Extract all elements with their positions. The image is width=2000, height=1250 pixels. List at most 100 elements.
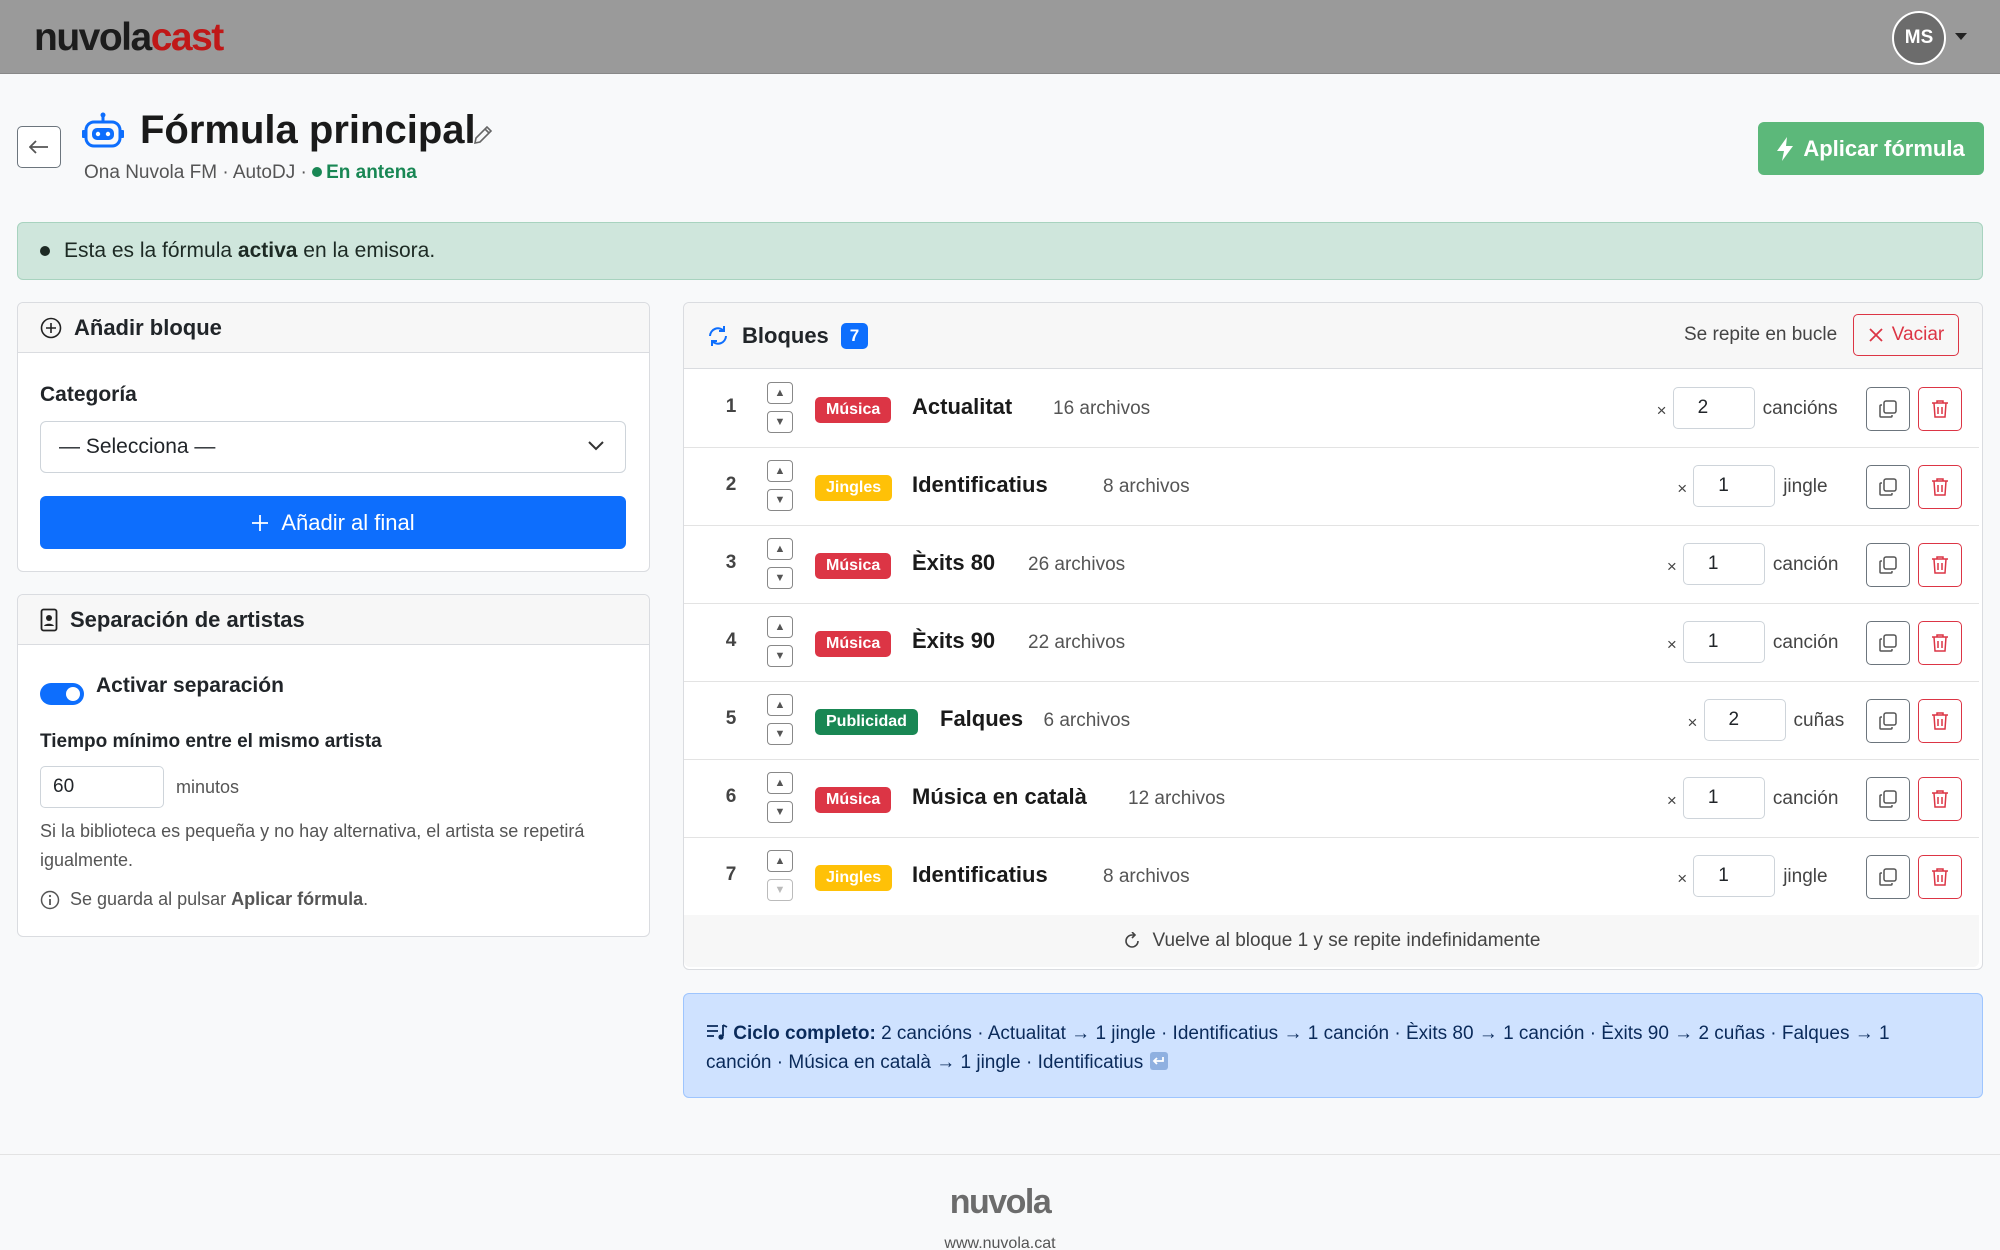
copy-icon — [1879, 790, 1897, 808]
duplicate-block-button[interactable] — [1866, 855, 1910, 899]
clear-blocks-button[interactable]: Vaciar — [1853, 314, 1959, 356]
trash-icon — [1932, 400, 1948, 418]
move-down-button[interactable]: ▼ — [767, 489, 793, 511]
user-avatar[interactable]: MS — [1892, 11, 1946, 65]
separation-toggle-label: Activar separación — [96, 674, 284, 697]
block-files: 6 archivos — [1043, 710, 1131, 731]
times-sign: × — [1687, 713, 1698, 732]
move-up-button[interactable]: ▲ — [767, 616, 793, 638]
quantity-unit: cuñas — [1793, 710, 1845, 731]
duplicate-block-button[interactable] — [1866, 777, 1910, 821]
blocks-footer: Vuelve al bloque 1 y se repite indefinid… — [684, 915, 1979, 967]
pencil-icon[interactable] — [472, 124, 494, 146]
delete-block-button[interactable] — [1918, 855, 1962, 899]
times-sign: × — [1656, 401, 1667, 420]
add-block-header: Añadir bloque — [18, 303, 649, 353]
move-down-button[interactable]: ▼ — [767, 723, 793, 745]
chevron-down-icon[interactable] — [1955, 33, 1967, 40]
category-tag: Música — [815, 397, 892, 423]
arrow-left-icon — [29, 140, 48, 154]
active-formula-alert: Esta es la fórmula activa en la emisora. — [17, 222, 1983, 280]
blocks-header: Bloques 7 Se repite en bucle Vaciar — [684, 303, 1982, 369]
times-sign: × — [1666, 557, 1677, 576]
quantity-input[interactable]: 2 — [1703, 699, 1786, 741]
move-up-button[interactable]: ▲ — [767, 538, 793, 560]
trash-icon — [1932, 478, 1948, 496]
min-time-input[interactable]: 60 — [40, 766, 164, 808]
duplicate-block-button[interactable] — [1866, 699, 1910, 743]
live-dot-icon — [312, 167, 323, 177]
block-number: 6 — [725, 786, 737, 807]
move-down-button[interactable]: ▼ — [767, 645, 793, 667]
close-icon — [1869, 328, 1883, 342]
block-files: 8 archivos — [1103, 476, 1190, 497]
apply-formula-button[interactable]: Aplicar fórmula — [1758, 122, 1984, 175]
delete-block-button[interactable] — [1918, 699, 1962, 743]
rotate-icon — [1124, 932, 1139, 948]
person-badge-icon — [40, 608, 58, 631]
move-down-button[interactable]: ▼ — [767, 801, 793, 823]
times-sign: × — [1666, 791, 1677, 810]
delete-block-button[interactable] — [1918, 621, 1962, 665]
move-up-button[interactable]: ▲ — [767, 772, 793, 794]
quantity-unit: jingle — [1783, 866, 1828, 887]
move-up-button[interactable]: ▲ — [767, 850, 793, 872]
add-at-end-button[interactable]: Añadir al final — [40, 496, 626, 549]
bullet-icon — [40, 246, 50, 256]
move-up-button[interactable]: ▲ — [767, 460, 793, 482]
block-name: Èxits 90 — [912, 628, 996, 653]
info-icon — [40, 890, 60, 909]
quantity-input[interactable]: 1 — [1682, 543, 1765, 585]
footer-url[interactable]: www.nuvola.cat — [0, 1235, 2000, 1250]
move-up-button[interactable]: ▲ — [767, 694, 793, 716]
delete-block-button[interactable] — [1918, 777, 1962, 821]
block-number: 5 — [725, 708, 737, 729]
delete-block-button[interactable] — [1918, 465, 1962, 509]
block-files: 12 archivos — [1128, 788, 1226, 809]
duplicate-block-button[interactable] — [1866, 543, 1910, 587]
full-cycle-summary: Ciclo completo: 2 cancións · Actualitat … — [683, 993, 1983, 1098]
category-select[interactable]: — Selecciona — — [40, 421, 626, 473]
quantity-input[interactable]: 2 — [1672, 387, 1755, 429]
duplicate-block-button[interactable] — [1866, 465, 1910, 509]
save-note: Se guarda al pulsar Aplicar fórmula. — [40, 885, 368, 914]
block-number: 3 — [725, 552, 737, 573]
trash-icon — [1932, 634, 1948, 652]
block-row: 2 ▲ ▼ Jingles Identificatius 8 archivos … — [684, 448, 1979, 526]
block-number: 7 — [725, 864, 737, 885]
quantity-input[interactable]: 1 — [1682, 777, 1765, 819]
nuvola-footer-logo: nuvola — [949, 1183, 1052, 1221]
quantity-input[interactable]: 1 — [1682, 621, 1765, 663]
category-tag: Jingles — [815, 865, 893, 891]
page-title: Fórmula principal — [140, 108, 476, 152]
refresh-icon — [709, 325, 727, 346]
move-down-button[interactable]: ▼ — [767, 411, 793, 433]
artist-separation-header: Separación de artistas — [18, 595, 649, 645]
duplicate-block-button[interactable] — [1866, 621, 1910, 665]
quantity-input[interactable]: 1 — [1693, 465, 1776, 507]
move-down-button[interactable]: ▼ — [767, 567, 793, 589]
quantity-input[interactable]: 1 — [1693, 855, 1776, 897]
category-tag: Música — [815, 787, 892, 813]
lightning-icon — [1777, 136, 1794, 161]
separation-toggle[interactable] — [40, 683, 84, 705]
move-up-button[interactable]: ▲ — [767, 382, 793, 404]
delete-block-button[interactable] — [1918, 387, 1962, 431]
block-row: 1 ▲ ▼ Música Actualitat 16 archivos × 2 … — [684, 370, 1979, 448]
block-number: 4 — [725, 630, 737, 651]
plus-icon — [252, 514, 269, 531]
trash-icon — [1932, 556, 1948, 574]
quantity-unit: cancións — [1762, 398, 1838, 419]
times-sign: × — [1666, 635, 1677, 654]
min-time-unit: minutos — [176, 777, 240, 797]
blocks-card: Bloques 7 Se repite en bucle Vaciar 1 ▲ … — [683, 302, 1983, 970]
nuvolacast-logo[interactable]: nuvolacast — [34, 16, 224, 60]
copy-icon — [1879, 712, 1897, 730]
artist-separation-card: Separación de artistas Activar separació… — [17, 594, 650, 937]
copy-icon — [1879, 478, 1897, 496]
delete-block-button[interactable] — [1918, 543, 1962, 587]
on-air-status: En antena — [326, 162, 417, 183]
back-button[interactable] — [17, 126, 61, 168]
duplicate-block-button[interactable] — [1866, 387, 1910, 431]
move-down-button[interactable]: ▼ — [767, 879, 793, 901]
